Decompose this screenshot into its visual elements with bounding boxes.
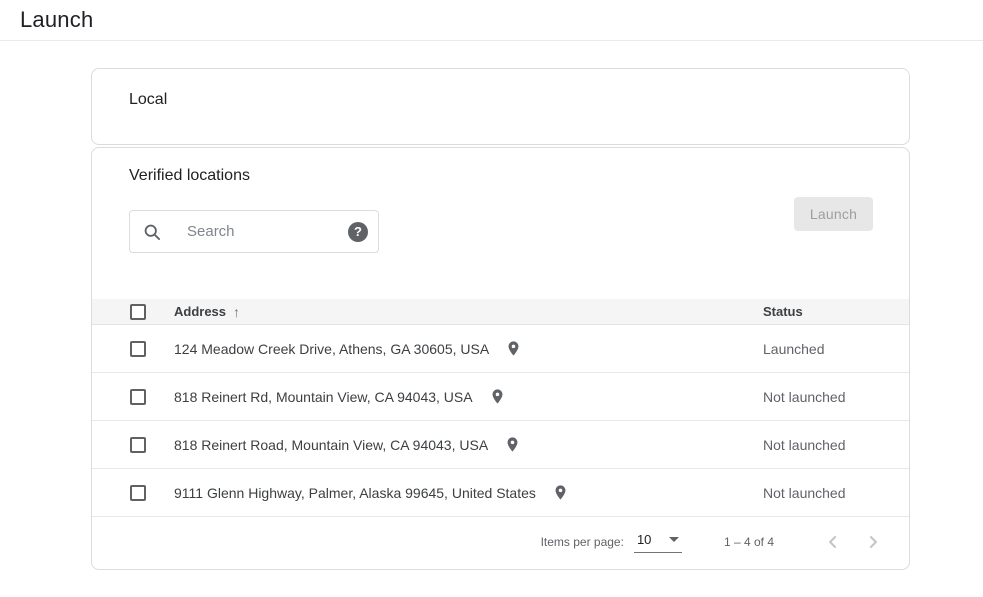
table-row: 818 Reinert Road, Mountain View, CA 9404… [92,421,909,469]
address-cell: 818 Reinert Road, Mountain View, CA 9404… [174,436,763,453]
status-text: Launched [763,341,825,357]
search-icon [142,222,162,242]
status-text: Not launched [763,485,846,501]
status-text: Not launched [763,389,846,405]
page-header: Launch [0,0,983,41]
dropdown-arrow-icon [669,537,679,542]
row-checkbox[interactable] [130,341,146,357]
items-per-page-value: 10 [637,532,651,547]
address-column-label: Address [174,304,226,319]
address-cell: 124 Meadow Creek Drive, Athens, GA 30605… [174,340,763,357]
next-page-button[interactable] [861,530,885,554]
search-input[interactable] [185,222,348,241]
select-all-checkbox[interactable] [130,304,146,320]
map-pin-icon [504,436,521,453]
status-column-header: Status [763,304,909,319]
help-icon[interactable]: ? [348,222,368,242]
table-row: 818 Reinert Rd, Mountain View, CA 94043,… [92,373,909,421]
map-pin-icon [552,484,569,501]
paginator: Items per page: 10 1 – 4 of 4 [92,515,909,569]
map-pin-icon [505,340,522,357]
address-column-header[interactable]: Address ↑ [174,304,763,320]
launch-button[interactable]: Launch [794,197,873,231]
local-card-title: Local [129,91,167,109]
page-range-label: 1 – 4 of 4 [724,535,774,549]
status-cell: Not launched [763,389,909,405]
search-box[interactable]: ? [129,210,379,253]
row-checkbox[interactable] [130,485,146,501]
address-text: 818 Reinert Rd, Mountain View, CA 94043,… [174,389,473,405]
table-row: 124 Meadow Creek Drive, Athens, GA 30605… [92,325,909,373]
page-title: Launch [20,7,93,33]
sort-ascending-icon: ↑ [233,304,240,320]
table-row: 9111 Glenn Highway, Palmer, Alaska 99645… [92,469,909,517]
status-text: Not launched [763,437,846,453]
address-text: 818 Reinert Road, Mountain View, CA 9404… [174,437,488,453]
row-checkbox-cell [92,389,174,405]
status-cell: Not launched [763,485,909,501]
header-checkbox-cell [92,304,174,320]
previous-page-button[interactable] [821,530,845,554]
verified-locations-table: Address ↑ Status 124 Meadow Creek Drive,… [92,299,909,517]
table-header-row: Address ↑ Status [92,299,909,325]
row-checkbox[interactable] [130,437,146,453]
items-per-page-select[interactable]: 10 [634,531,682,553]
map-pin-icon [489,388,506,405]
row-checkbox-cell [92,485,174,501]
address-text: 9111 Glenn Highway, Palmer, Alaska 99645… [174,485,536,501]
address-text: 124 Meadow Creek Drive, Athens, GA 30605… [174,341,489,357]
items-per-page-label: Items per page: [541,535,624,549]
local-card: Local [91,68,910,145]
chevron-left-icon [823,532,843,552]
row-checkbox-cell [92,437,174,453]
table-body: 124 Meadow Creek Drive, Athens, GA 30605… [92,325,909,517]
address-cell: 9111 Glenn Highway, Palmer, Alaska 99645… [174,484,763,501]
row-checkbox-cell [92,341,174,357]
verified-locations-card: Verified locations ? Launch Address ↑ St… [91,147,910,570]
verified-locations-title: Verified locations [129,167,250,185]
chevron-right-icon [863,532,883,552]
status-cell: Not launched [763,437,909,453]
status-column-label: Status [763,304,803,319]
row-checkbox[interactable] [130,389,146,405]
status-cell: Launched [763,341,909,357]
address-cell: 818 Reinert Rd, Mountain View, CA 94043,… [174,388,763,405]
